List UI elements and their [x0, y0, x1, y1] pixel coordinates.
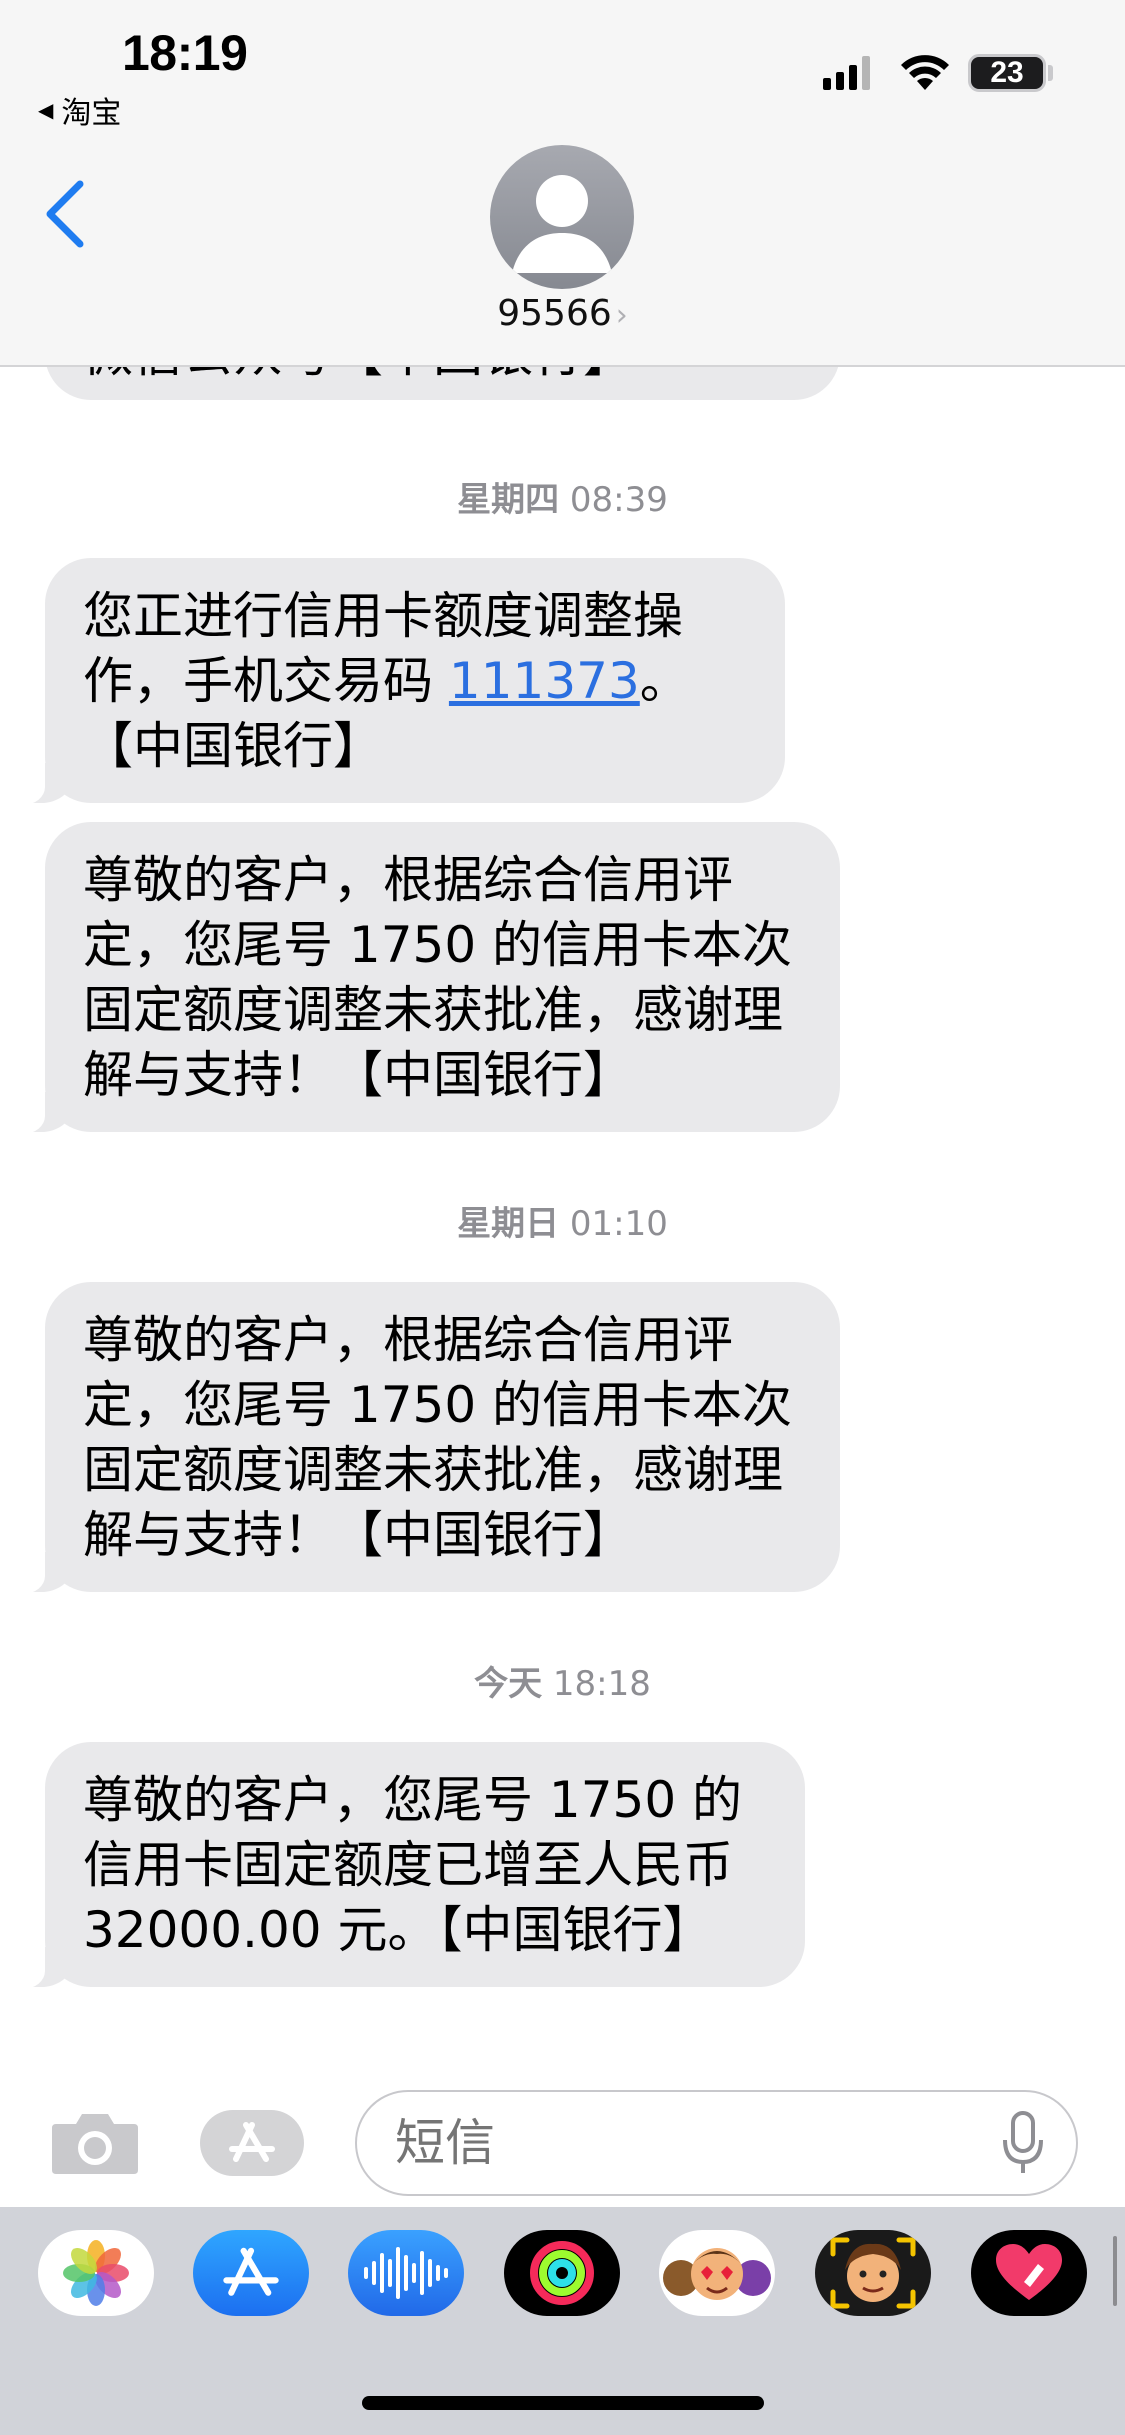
microphone-icon[interactable] [1002, 2110, 1044, 2176]
timestamp-day: 星期日 [457, 1204, 560, 1244]
app-store-icon [229, 2122, 275, 2162]
message-text: 尊敬的客户，您尾号 1750 的信用卡固定额度已增至人民币 32000.00 元… [83, 1771, 743, 1959]
message-bubble[interactable]: 尊敬的客户，根据综合信用评定，您尾号 1750 的信用卡本次固定额度调整未获批准… [13, 822, 840, 1134]
verification-code-link[interactable]: 111373 [449, 652, 640, 710]
battery-icon: 23 [968, 54, 1046, 92]
message-input[interactable] [355, 2090, 1078, 2196]
battery-level: 23 [990, 56, 1024, 89]
audio-message-icon[interactable] [348, 2230, 464, 2316]
app-store-button[interactable] [200, 2110, 304, 2176]
timestamp: 星期日 01:10 [0, 1196, 1125, 1245]
home-indicator[interactable] [362, 2396, 764, 2410]
timestamp: 今天 18:18 [0, 1656, 1125, 1705]
photos-app-icon[interactable] [38, 2230, 154, 2316]
chevron-right-icon: › [615, 298, 628, 333]
camera-icon[interactable] [50, 2110, 140, 2176]
status-time: 18:19 [122, 25, 248, 81]
fitness-activity-icon[interactable] [504, 2230, 620, 2316]
cellular-signal-icon [823, 54, 870, 90]
back-to-app-link[interactable]: ◀ 淘宝 [38, 88, 121, 132]
drawer-scroll-indicator [1113, 2236, 1117, 2306]
contact-number: 95566 [497, 293, 612, 334]
back-triangle-icon: ◀ [38, 98, 54, 122]
timestamp-day: 星期四 [457, 480, 560, 520]
wifi-icon [901, 55, 949, 90]
message-bubble[interactable]: 尊敬的客户，您尾号 1750 的信用卡固定额度已增至人民币 32000.00 元… [13, 1742, 805, 1989]
message-bubble[interactable]: 您正进行信用卡额度调整操作，手机交易码 111373。【中国银行】 [13, 558, 785, 805]
person-icon [512, 175, 612, 273]
message-text: 尊敬的客户，根据综合信用评定，您尾号 1750 的信用卡本次固定额度调整未获批准… [83, 851, 793, 1104]
timestamp-time: 01:10 [569, 1204, 668, 1244]
memoji-stickers-icon[interactable] [659, 2230, 775, 2316]
battery-tip [1048, 65, 1053, 81]
digital-touch-icon[interactable] [971, 2230, 1087, 2316]
back-app-label: 淘宝 [61, 96, 122, 131]
contact-name[interactable]: 95566 › [0, 293, 1125, 334]
back-chevron-icon[interactable] [42, 178, 88, 250]
message-text: 尊敬的客户，根据综合信用评定，您尾号 1750 的信用卡本次固定额度调整未获批准… [83, 1311, 793, 1564]
timestamp-time: 18:18 [552, 1664, 651, 1704]
message-bubble[interactable]: 尊敬的客户，根据综合信用评定，您尾号 1750 的信用卡本次固定额度调整未获批准… [13, 1282, 840, 1594]
timestamp: 星期四 08:39 [0, 472, 1125, 521]
app-store-icon[interactable] [193, 2230, 309, 2316]
timestamp-time: 08:39 [569, 480, 668, 520]
conversation-header: 18:19 ◀ 淘宝 23 95566 › [0, 0, 1125, 367]
memoji-icon[interactable] [815, 2230, 931, 2316]
timestamp-day: 今天 [474, 1664, 543, 1704]
contact-avatar[interactable] [490, 145, 634, 289]
